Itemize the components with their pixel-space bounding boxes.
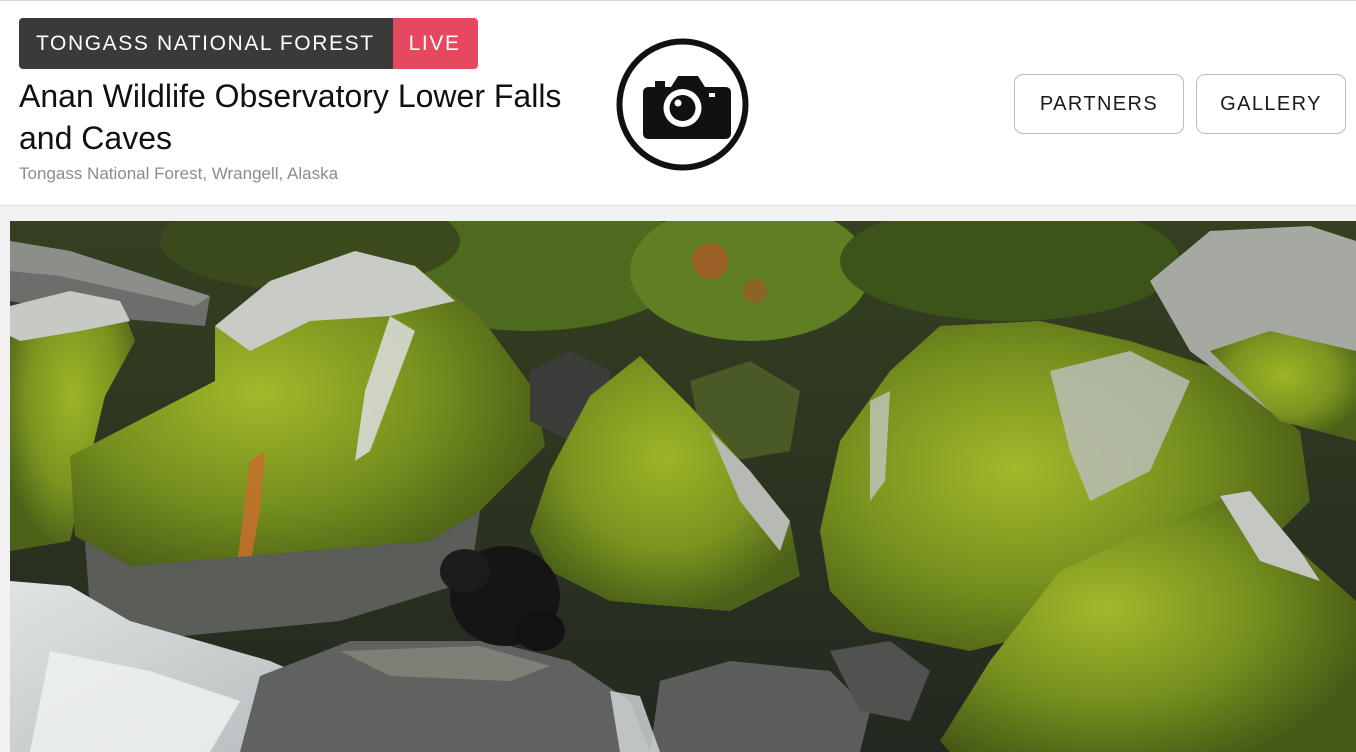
- gallery-button[interactable]: GALLERY: [1196, 74, 1346, 134]
- forest-name-badge[interactable]: TONGASS NATIONAL FOREST: [19, 18, 393, 69]
- live-badge: LIVE: [392, 18, 478, 69]
- location-subtitle: Tongass National Forest, Wrangell, Alask…: [19, 164, 339, 183]
- camera-icon[interactable]: [614, 36, 751, 173]
- camera-feed-frame: [10, 221, 1356, 752]
- partners-button[interactable]: PARTNERS: [1014, 74, 1184, 134]
- forest-live-badge: TONGASS NATIONAL FOREST LIVE: [19, 18, 478, 69]
- page-title: Anan Wildlife Observatory Lower Falls an…: [19, 78, 562, 156]
- site-header: TONGASS NATIONAL FOREST LIVE Anan Wildli…: [0, 0, 1356, 206]
- live-camera-feed[interactable]: [10, 221, 1356, 752]
